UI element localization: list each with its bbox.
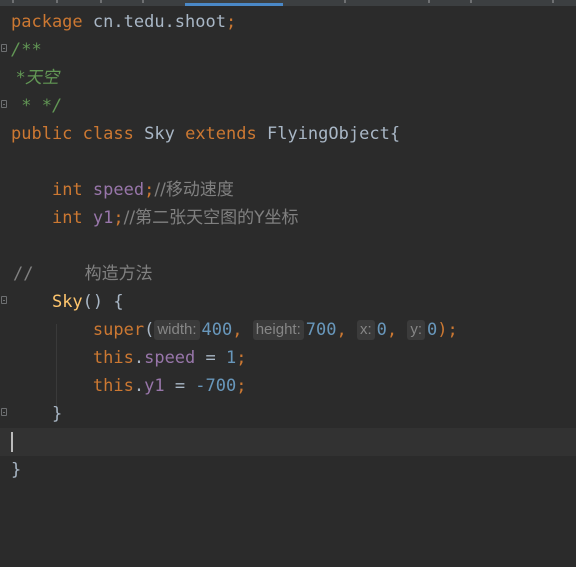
semicolon: ;: [113, 208, 124, 228]
this-keyword: this: [92, 376, 134, 396]
type-keyword: int: [51, 180, 83, 200]
code-line-3[interactable]: *天空: [11, 64, 59, 92]
field-name: y1: [144, 376, 165, 396]
code-line-2[interactable]: /**: [11, 36, 42, 64]
class-keyword: class: [82, 124, 134, 144]
code-line-17[interactable]: }: [11, 456, 21, 484]
tab-divider: [56, 0, 58, 3]
extends-keyword: extends: [185, 124, 257, 144]
arg-separator: ,: [336, 320, 357, 340]
this-keyword: this: [92, 348, 134, 368]
tab-divider: [344, 0, 346, 3]
fold-icon[interactable]: [1, 408, 7, 416]
param-hint-y: y:: [407, 320, 426, 340]
semicolon: ;: [225, 12, 237, 32]
tab-divider: [552, 0, 554, 3]
fold-icon[interactable]: [1, 100, 7, 108]
tab-divider: [12, 0, 14, 3]
field-name: speed: [144, 348, 196, 368]
assign-operator: =: [164, 376, 196, 396]
comment-text: 构造方法: [84, 264, 153, 284]
code-line-8[interactable]: int y1;//第二张天空图的Y坐标: [11, 204, 299, 232]
code-line-15[interactable]: }: [11, 400, 62, 428]
code-line-7[interactable]: int speed;//移动速度: [11, 176, 234, 204]
javadoc-open: /**: [11, 40, 42, 60]
type-keyword: int: [51, 208, 83, 228]
line-comment: //第二张天空图的Y坐标: [123, 208, 299, 228]
assign-operator: =: [195, 348, 226, 368]
arg-width: 400: [201, 320, 233, 340]
tab-divider: [470, 0, 472, 3]
code-line-11[interactable]: Sky() {: [11, 288, 124, 316]
param-hint-x: x:: [356, 320, 375, 340]
code-line-5[interactable]: public class Sky extends FlyingObject{: [11, 120, 400, 148]
open-brace: {: [389, 124, 401, 144]
tab-divider: [142, 0, 144, 3]
assigned-value: -700: [195, 376, 237, 396]
open-paren: (: [144, 320, 155, 340]
semicolon: ;: [144, 180, 155, 200]
current-line-highlight: [0, 428, 576, 456]
constructor-parens: () {: [82, 292, 124, 312]
package-keyword: package: [11, 12, 83, 32]
field-name: speed: [92, 180, 145, 200]
assigned-value: 1: [226, 348, 237, 368]
tab-divider: [428, 0, 430, 3]
javadoc-text: *天空: [11, 68, 59, 88]
public-keyword: public: [11, 124, 73, 144]
arg-y: 0: [427, 320, 438, 340]
close-brace: }: [51, 404, 63, 424]
close-paren-semicolon: );: [437, 320, 458, 340]
javadoc-close: * */: [11, 96, 63, 116]
code-line-4[interactable]: * */: [11, 92, 62, 120]
semicolon: ;: [236, 376, 247, 396]
arg-height: 700: [305, 320, 337, 340]
code-line-14[interactable]: this.y1 = -700;: [11, 372, 247, 400]
code-editor[interactable]: package cn.tedu.shoot; /** *天空 * */ publ…: [0, 6, 576, 567]
semicolon: ;: [236, 348, 247, 368]
constructor-name: Sky: [51, 292, 83, 312]
super-keyword: super: [92, 320, 145, 340]
code-line-10[interactable]: // 构造方法: [13, 260, 153, 288]
arg-separator: ,: [232, 320, 253, 340]
line-comment: //移动速度: [154, 180, 234, 200]
code-line-12[interactable]: super(width: 400, height: 700, x: 0, y: 0);: [11, 316, 458, 344]
param-hint-height: height:: [252, 320, 304, 340]
param-hint-width: width:: [154, 320, 200, 340]
close-brace: }: [11, 460, 22, 480]
dot: .: [133, 348, 145, 368]
dot: .: [133, 376, 145, 396]
arg-x: 0: [376, 320, 387, 340]
fold-icon[interactable]: [1, 296, 7, 304]
package-name: cn.tedu.shoot: [92, 12, 226, 32]
text-caret: [11, 432, 13, 452]
field-name: y1: [92, 208, 114, 228]
arg-separator: ,: [386, 320, 408, 340]
parent-class-name: FlyingObject: [266, 124, 390, 144]
editor-gutter: [0, 6, 10, 567]
fold-icon[interactable]: [1, 44, 7, 52]
code-line-1[interactable]: package cn.tedu.shoot;: [11, 8, 236, 36]
code-line-13[interactable]: this.speed = 1;: [11, 344, 247, 372]
class-name: Sky: [144, 124, 175, 144]
tab-divider: [100, 0, 102, 3]
comment-marker: //: [13, 264, 34, 284]
